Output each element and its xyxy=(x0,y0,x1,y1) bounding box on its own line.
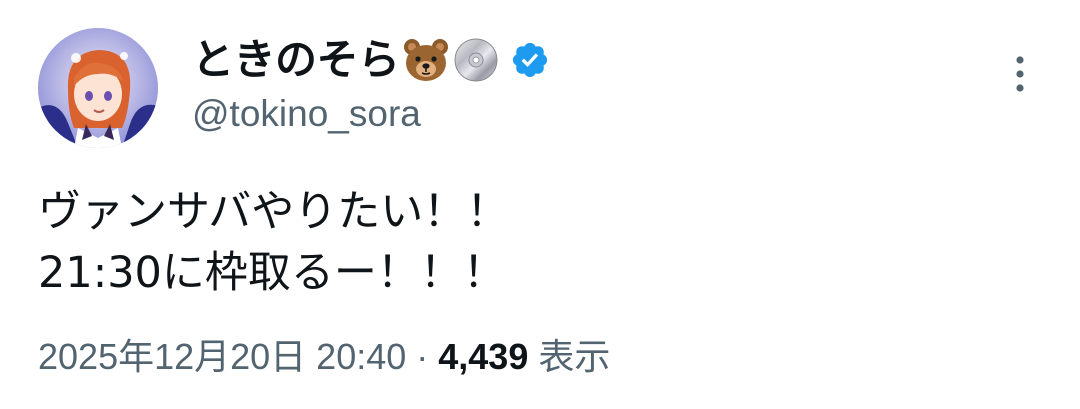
tweet-timestamp[interactable]: 2025年12月20日 20:40 xyxy=(38,336,406,377)
tweet-line: 21:30に枠取るー！！！ xyxy=(38,248,506,298)
meta-separator: · xyxy=(416,336,429,377)
tweet-meta: 2025年12月20日 20:40 · 4,439 表示 xyxy=(38,332,610,382)
verified-badge-icon[interactable] xyxy=(510,40,550,80)
views-label: 表示 xyxy=(538,336,611,377)
tweet: ときのそら @tokino_sora ヴァンサバやりたい！！ 21:30に枠取る… xyxy=(0,0,1080,409)
bear-face-icon xyxy=(402,36,450,84)
tweet-text: ヴァンサバやりたい！！ 21:30に枠取るー！！！ xyxy=(38,182,509,304)
author-name-row: ときのそら xyxy=(192,30,550,90)
avatar-image xyxy=(38,28,158,148)
tweet-line: ヴァンサバやりたい！！ xyxy=(38,187,510,237)
display-name[interactable]: ときのそら xyxy=(192,30,400,90)
optical-disc-icon xyxy=(452,36,500,84)
views-count[interactable]: 4,439 xyxy=(438,336,528,377)
author-handle[interactable]: @tokino_sora xyxy=(192,92,421,136)
avatar[interactable] xyxy=(38,28,158,148)
more-options-icon[interactable] xyxy=(1008,52,1032,96)
